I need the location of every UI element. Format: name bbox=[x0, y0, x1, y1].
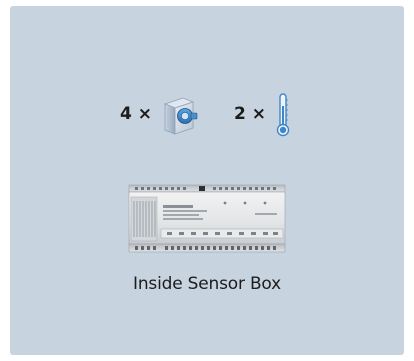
thermometer-count: 2 × bbox=[234, 104, 266, 124]
sensor-box-caption: Inside Sensor Box bbox=[133, 274, 281, 294]
thermometer-icon bbox=[275, 92, 291, 142]
sensor-module-icon bbox=[161, 94, 199, 140]
sensor-box-device bbox=[127, 183, 287, 255]
sensor-module-count: 4 × bbox=[120, 104, 152, 124]
sensor-box-panel: 4 × 2 × Inside Sensor Box bbox=[10, 6, 404, 355]
sensor-count-row: 4 × 2 × bbox=[10, 90, 404, 142]
